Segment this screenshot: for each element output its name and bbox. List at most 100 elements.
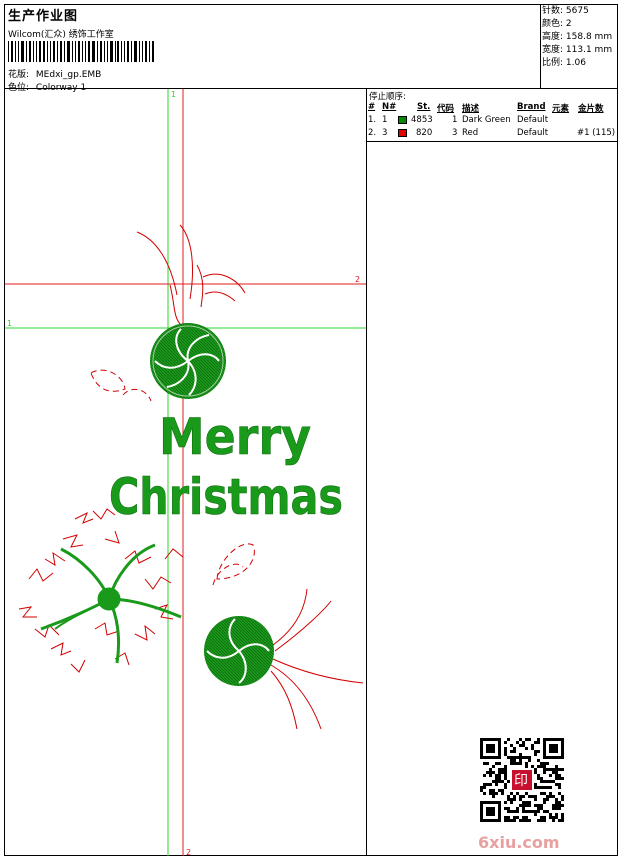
qr-module [543,816,546,819]
barcode-bar [117,41,120,62]
row-brand: Default [517,128,549,138]
qr-module [561,819,564,822]
qr-module [540,765,543,768]
barcode-bar [103,41,105,62]
qr-module [525,819,528,822]
qr-module [546,810,549,813]
qr-module [531,795,534,798]
barcode-bar [50,41,52,62]
row-index: 1. [368,115,377,125]
qr-module [537,786,540,789]
barcode-bar [87,41,90,62]
ribbon-top [136,224,246,326]
qr-module [519,798,522,801]
col-element: 元素 [552,104,570,114]
qr-module [486,771,489,774]
qr-module [525,792,528,795]
row-index: 2. [368,128,377,138]
qr-module [513,756,516,759]
barcode-bar [67,41,71,62]
barcode-bar [81,41,83,62]
stat-height: 高度: 158.8 mm [542,31,618,44]
qr-module [549,795,552,798]
qr-module [555,816,558,819]
qr-module [552,816,555,819]
qr-module [507,810,510,813]
qr-module [534,753,537,756]
qr-module [510,819,513,822]
qr-module [495,762,498,765]
qr-module [510,801,513,804]
barcode-bar [84,41,86,62]
qr-module [537,741,540,744]
qr-module [546,768,549,771]
barcode-bar [78,41,80,62]
qr-module [516,816,519,819]
qr-module [528,819,531,822]
qr-module [507,807,510,810]
barcode-bar [38,41,41,62]
design-canvas: 1 2 1 2 Merry Christmas [5,89,366,856]
qr-module [534,771,537,774]
qr-module [552,771,555,774]
qr-module [537,807,540,810]
qr-module [555,783,558,786]
qr-module [519,819,522,822]
qr-module [507,816,510,819]
barcode-bar [96,41,98,62]
qr-module [516,810,519,813]
qr-module [546,762,549,765]
col-brand: Brand [517,102,546,112]
qr-module [504,765,507,768]
qr-module [543,771,546,774]
qr-module [540,816,543,819]
qr-module [549,780,552,783]
stat-scale: 比例: 1.06 [542,57,618,70]
qr-module [555,765,558,768]
qr-module [555,777,558,780]
qr-module [513,747,516,750]
qr-module [534,813,537,816]
greeting-line-1: Merry [159,408,311,466]
qr-module [495,780,498,783]
qr-module [507,738,510,741]
qr-module [558,774,561,777]
qr-module [495,792,498,795]
ribbon-left-dashes [90,369,152,402]
qr-module [510,762,513,765]
company-name: Wilcom(汇众) 绣饰工作室 [8,30,114,40]
barcode-bar [121,41,123,62]
qr-module [498,789,501,792]
table-row: 1. 1 4853 1 Dark Green Default [368,115,618,127]
qr-module [525,747,528,750]
qr-module [552,795,555,798]
barcode-bar [42,41,46,62]
qr-module [498,780,501,783]
qr-module [528,804,531,807]
stat-height-value: 158.8 mm [565,32,613,42]
qr-module [543,768,546,771]
qr-module [495,777,498,780]
qr-module [504,741,507,744]
qr-module [561,816,564,819]
col-sequin: 金片数 [578,104,604,114]
qr-module [492,795,495,798]
qr-module [537,759,540,762]
qr-module [489,789,492,792]
color-swatch [398,116,407,124]
design-file: 花版: MEdxi_gp.EMB [8,67,101,80]
qr-module [498,774,501,777]
qr-module [519,804,522,807]
ribbon-lower-dashes [212,543,255,586]
qr-module [501,792,504,795]
row-needle: 1 [382,115,388,125]
qr-module [489,774,492,777]
barcode-bar [139,41,141,62]
qr-stamp-char: 印 [514,773,528,789]
qr-module [516,756,519,759]
qr-module [513,819,516,822]
header: 生产作业图 Wilcom(汇众) 绣饰工作室 花版: MEdxi_gp.EMB … [5,5,540,93]
col-needle: N# [382,102,397,112]
barcode-bar [20,41,24,62]
qr-module [492,792,495,795]
